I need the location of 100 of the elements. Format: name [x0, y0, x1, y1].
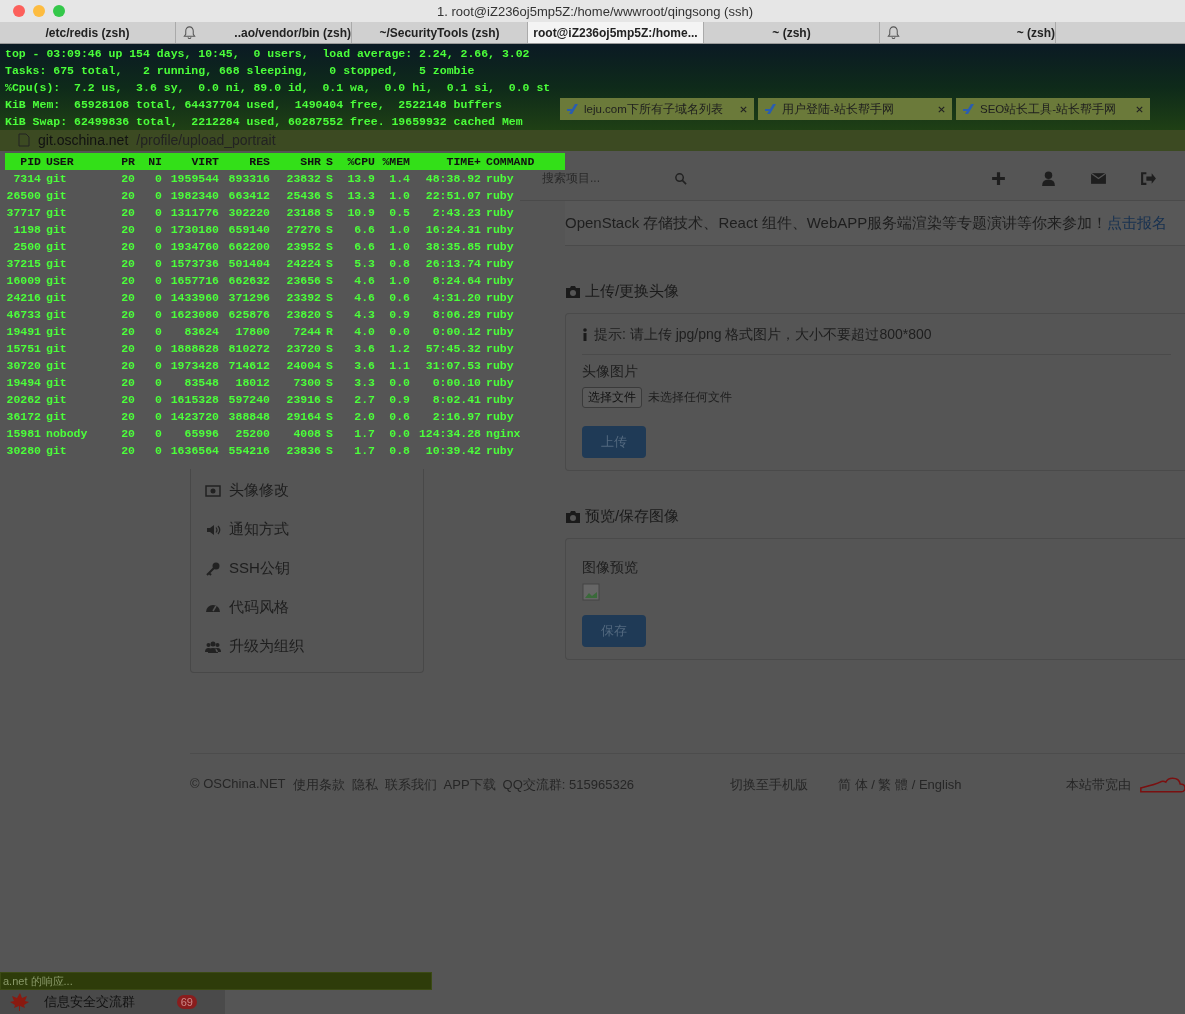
- column-header: SHR: [299, 154, 321, 170]
- table-cell-text: 2.7: [353, 392, 375, 408]
- favicon-icon: [566, 102, 580, 116]
- table-cell-text: 30720: [5, 358, 41, 374]
- table-cell-text: 1.0: [388, 188, 410, 204]
- column-header: NI: [147, 154, 162, 170]
- table-cell-text: 0: [154, 443, 162, 459]
- table-cell-text: 662632: [227, 273, 270, 289]
- terminal-line: %Cpu(s): 7.2 us, 3.6 sy, 0.0 ni, 89.0 id, 0.1 wa, 0.0 hi, 0.1 si, 0.0 st: [4, 80, 552, 96]
- table-cell-text: 8:24.64: [431, 273, 481, 289]
- close-button[interactable]: [13, 5, 25, 17]
- table-cell-text: 0: [154, 341, 162, 357]
- table-cell-text: ruby: [486, 392, 515, 408]
- terminal-line: KiB Mem: 65928108 total, 64437704 used, 1490404 free, 2522148 buffers: [4, 97, 503, 113]
- table-cell-text: 20: [120, 205, 135, 221]
- table-cell-text: 26:13.74: [424, 256, 481, 272]
- table-cell-text: nginx: [486, 426, 522, 442]
- zoom-button[interactable]: [53, 5, 65, 17]
- table-cell-text: 0:00.10: [431, 375, 481, 391]
- table-cell-text: 23952: [285, 239, 321, 255]
- table-cell-text: 31:07.53: [424, 358, 481, 374]
- close-icon[interactable]: [739, 104, 748, 114]
- table-cell-text: 24216: [5, 290, 41, 306]
- table-cell-text: ruby: [486, 375, 515, 391]
- browser-tab[interactable]: SEO站长工具-站长帮手网: [956, 98, 1150, 120]
- table-cell-text: 0: [154, 375, 162, 391]
- table-cell-text: 0: [154, 222, 162, 238]
- table-cell-text: 8:06.29: [431, 307, 481, 323]
- column-header: S: [326, 154, 334, 170]
- terminal-tab[interactable]: ~ (zsh): [880, 22, 1056, 43]
- close-icon[interactable]: [1135, 104, 1144, 114]
- browser-tab[interactable]: 用户登陆-站长帮手网: [758, 98, 952, 120]
- table-cell-text: 0.0: [388, 324, 410, 340]
- table-cell-text: S: [326, 443, 334, 459]
- table-cell-text: S: [326, 188, 334, 204]
- table-cell-text: 20: [120, 307, 135, 323]
- table-cell-text: 4.6: [353, 273, 375, 289]
- table-cell-text: 20: [120, 188, 135, 204]
- table-cell-text: 2:16.97: [431, 409, 481, 425]
- user-icon[interactable]: [1040, 169, 1058, 187]
- table-cell-text: git: [46, 375, 68, 391]
- table-cell-text: 23832: [285, 171, 321, 187]
- table-cell-text: 0: [154, 256, 162, 272]
- table-cell-text: 23656: [285, 273, 321, 289]
- table-cell-text: 83624: [183, 324, 219, 340]
- table-cell-text: S: [326, 409, 334, 425]
- table-cell-text: ruby: [486, 443, 515, 459]
- table-cell-text: git: [46, 341, 68, 357]
- table-cell-text: 23720: [285, 341, 321, 357]
- table-cell-text: 24224: [285, 256, 321, 272]
- table-cell-text: 20: [120, 290, 135, 306]
- key-icon: [205, 560, 221, 577]
- sign-out-icon[interactable]: [1140, 169, 1158, 187]
- table-cell-text: 65996: [183, 426, 219, 442]
- table-cell-text: 20: [120, 273, 135, 289]
- column-header: RES: [248, 154, 270, 170]
- choose-file-button[interactable]: 选择文件: [582, 387, 642, 408]
- table-cell-text: 1.1: [388, 358, 410, 374]
- terminal-tab[interactable]: ~ (zsh): [704, 22, 880, 43]
- table-cell-text: 20: [120, 443, 135, 459]
- plus-icon[interactable]: [990, 169, 1008, 187]
- table-cell-text: 13.3: [346, 188, 375, 204]
- table-cell-text: S: [326, 358, 334, 374]
- favicon-icon: [764, 102, 778, 116]
- table-cell-text: 0: [154, 426, 162, 442]
- minimize-button[interactable]: [33, 5, 45, 17]
- table-cell-text: 1636564: [169, 443, 219, 459]
- table-cell-text: 0.9: [388, 392, 410, 408]
- table-cell-text: 8:02.41: [431, 392, 481, 408]
- table-cell-text: ruby: [486, 341, 515, 357]
- table-cell-text: ruby: [486, 171, 515, 187]
- table-cell-text: 15751: [5, 341, 41, 357]
- table-cell-text: 302220: [227, 205, 270, 221]
- terminal-tab[interactable]: ..ao/vendor/bin (zsh): [176, 22, 352, 43]
- close-icon[interactable]: [937, 104, 946, 114]
- table-cell-text: ruby: [486, 222, 515, 238]
- table-cell-text: 4.0: [353, 324, 375, 340]
- table-cell-text: 23836: [285, 443, 321, 459]
- table-cell-text: git: [46, 205, 68, 221]
- table-cell-text: 24004: [285, 358, 321, 374]
- table-cell-text: 124:34.28: [417, 426, 481, 442]
- table-cell-text: 662200: [227, 239, 270, 255]
- terminal-tab[interactable]: root@iZ236oj5mp5Z:/home...: [528, 22, 704, 43]
- table-cell-text: 16:24.31: [424, 222, 481, 238]
- table-cell-text: S: [326, 307, 334, 323]
- table-cell-text: 3.3: [353, 375, 375, 391]
- table-cell-text: 1959544: [169, 171, 219, 187]
- register-link[interactable]: 点击报名: [1107, 213, 1168, 233]
- table-cell-text: 13.9: [346, 171, 375, 187]
- table-cell-text: git: [46, 222, 68, 238]
- browser-tab[interactable]: leju.com下所有子域名列表: [560, 98, 754, 120]
- table-cell-text: ruby: [486, 205, 515, 221]
- table-cell-text: 1623080: [169, 307, 219, 323]
- terminal-tab[interactable]: /etc/redis (zsh): [0, 22, 176, 43]
- table-cell-text: 83548: [183, 375, 219, 391]
- table-cell-text: 4008: [292, 426, 321, 442]
- table-cell-text: 714612: [227, 358, 270, 374]
- table-cell-text: 4.6: [353, 290, 375, 306]
- table-cell-text: 10.9: [346, 205, 375, 221]
- column-header: PR: [120, 154, 135, 170]
